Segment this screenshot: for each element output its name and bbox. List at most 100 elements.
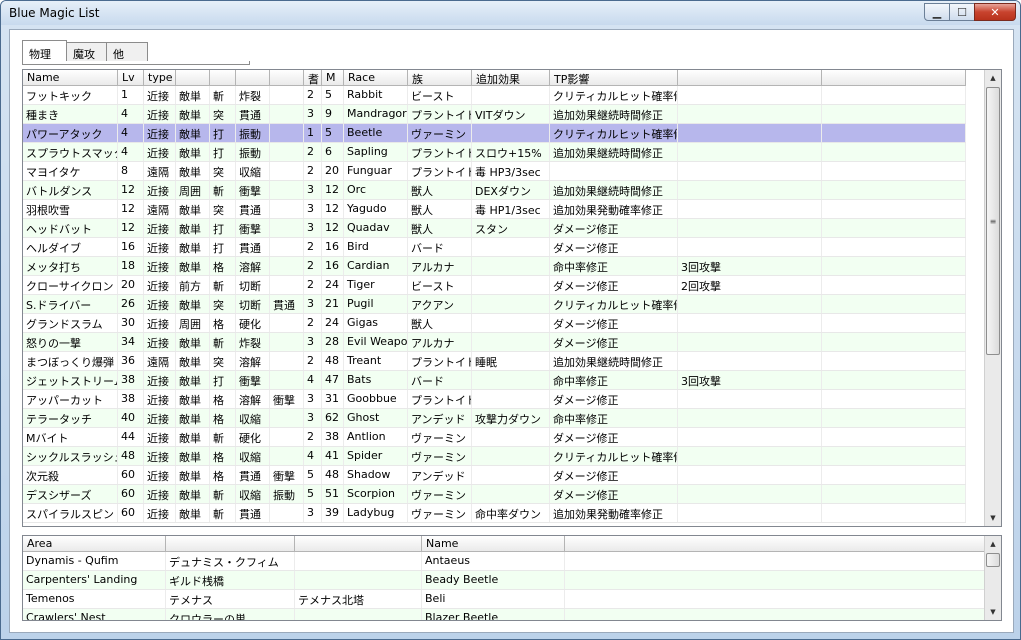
table-row[interactable]: スパイラルスピン 60 近接 敵単斬貫通 3 39 Ladybug ヴァーミン 命中率ダウン 追加… (23, 504, 966, 523)
table-row[interactable]: まつぼっくり爆弾 36 遠隔 敵単突溶解 2 48 Treant プラントイド 睡眠 追加効果継続… (23, 352, 966, 371)
column-header[interactable]: type (144, 70, 176, 86)
scrollbar-thumb[interactable]: ≡ (986, 87, 1000, 355)
table-cell: 近接 (144, 219, 176, 237)
table-row[interactable]: 怒りの一撃 34 近接 敵単斬炸裂 3 28 Evil Weapon アルカナ ダメージ修正 (23, 333, 966, 352)
table-row[interactable]: グランドスラム 30 近接 周囲格硬化 2 24 Gigas 獣人 ダメージ修正 (23, 314, 966, 333)
column-header[interactable] (210, 70, 236, 86)
column-header[interactable]: M (322, 70, 344, 86)
table-row[interactable]: シックルスラッシュ 48 近接 敵単格収縮 4 41 Spider ヴァーミン クリティカルヒッ… (23, 447, 966, 466)
scroll-up-arrow-icon[interactable]: ▲ (985, 536, 1001, 552)
table-row[interactable]: S.ドライバー 26 近接 敵単突切断 貫通 3 21 Pugil アクアン クリティカルヒット確… (23, 295, 966, 314)
column-header[interactable]: 追加効果 (472, 70, 550, 86)
table-row[interactable]: スプラウトスマック 4 近接 敵単打振動 2 6 Sapling プラントイド スロウ+15% 追… (23, 143, 966, 162)
table-cell: ヴァーミン (408, 447, 472, 465)
table-row[interactable]: ジェットストリーム 38 近接 敵単打衝撃 4 47 Bats バード 命中率修正 3回攻撃 (23, 371, 966, 390)
table-row[interactable]: テラータッチ 40 近接 敵単格収縮 3 62 Ghost アンデッド 攻撃力ダウン 命中率修正 (23, 409, 966, 428)
area-list[interactable]: Area Name Dynamis - Qufim デュナミス・クフィム Antaeu… (22, 535, 1002, 621)
table-row-selected[interactable]: パワーアタック4近接敵単打振動 15Beetleヴァーミン クリティカルヒット確率修… (23, 124, 966, 143)
column-header[interactable] (822, 70, 966, 86)
table-cell: 敵単 (176, 143, 210, 161)
table-cell (472, 86, 550, 104)
table-cell: ダメージ修正 (550, 219, 678, 237)
window-title: Blue Magic List (9, 6, 100, 20)
spell-list[interactable]: Name Lv type 耆 M Race 族追加効果 TP影響 フットキック 1 近接 敵単斬炸裂… (22, 69, 1002, 527)
table-cell: 近接 (144, 371, 176, 389)
spell-list-rows: フットキック1近接敵単斬炸裂25Rabbitビーストクリティカルヒット確率修正種… (23, 86, 966, 523)
scrollbar-thumb[interactable] (986, 553, 1000, 567)
table-cell: 38 (118, 390, 144, 408)
table-row[interactable]: アッパーカット 38 近接 敵単格溶解 衝撃 3 31 Goobbue プラントイド ダメージ修正 (23, 390, 966, 409)
column-header[interactable]: 族 (408, 70, 472, 86)
table-row[interactable]: クローサイクロン 20 近接 前方斬切断 2 24 Tiger ビースト ダメージ修正 2回攻撃 (23, 276, 966, 295)
area-list-scrollbar[interactable]: ▲ ▼ (984, 536, 1001, 620)
table-cell (472, 276, 550, 294)
table-cell: 斬 (210, 428, 236, 446)
column-header[interactable]: TP影響 (550, 70, 678, 86)
table-cell (472, 466, 550, 484)
table-cell: Dynamis - Qufim (23, 552, 166, 570)
table-cell: 2 (304, 276, 322, 294)
table-row[interactable]: 次元殺 60 近接 敵単格貫通 衝撃 5 48 Shadow アンデッド ダメージ修正 (23, 466, 966, 485)
table-cell (678, 447, 822, 465)
table-row[interactable]: 種まき 4 近接 敵単突貫通 3 9 Mandragora プラントイド VITダウン 追加効果継… (23, 105, 966, 124)
column-header[interactable] (166, 536, 295, 552)
column-header[interactable] (678, 70, 822, 86)
column-header[interactable]: Race (344, 70, 408, 86)
table-cell: 溶解 (236, 352, 270, 370)
table-cell: 敵単 (176, 238, 210, 256)
table-cell: 溶解 (236, 390, 270, 408)
table-row[interactable]: 羽根吹雪 12 遠隔 敵単突貫通 3 12 Yagudo 獣人毒 HP1/3sec 追加効果発動… (23, 200, 966, 219)
table-row[interactable]: デスシザーズ 60 近接 敵単斬収縮 振動 5 51 Scorpion ヴァーミン ダメージ修正 (23, 485, 966, 504)
table-cell: 斬 (210, 485, 236, 503)
table-cell: ダメージ修正 (550, 238, 678, 256)
table-cell: 敵単 (176, 466, 210, 484)
table-cell: 62 (322, 409, 344, 427)
table-row[interactable]: Mバイト 44 近接 敵単斬硬化 2 38 Antlion ヴァーミン ダメージ修正 (23, 428, 966, 447)
column-header[interactable]: Area (23, 536, 166, 552)
tab-other[interactable]: 他 (106, 42, 148, 62)
spell-list-scrollbar[interactable]: ▲ ≡ ▼ (984, 70, 1001, 526)
scroll-up-arrow-icon[interactable]: ▲ (985, 70, 1001, 86)
minimize-button[interactable]: ▁ (924, 3, 950, 21)
maximize-button[interactable]: ☐ (949, 3, 975, 21)
tab-physical[interactable]: 物理 (22, 40, 67, 62)
table-cell: 貫通 (236, 105, 270, 123)
column-header[interactable]: Name (422, 536, 565, 552)
table-cell (565, 590, 986, 608)
column-header[interactable]: 耆 (304, 70, 322, 86)
column-header[interactable] (565, 536, 986, 552)
table-row[interactable]: Temenos テメナス テメナス北塔 Beli (23, 590, 986, 609)
scroll-down-arrow-icon[interactable]: ▼ (985, 604, 1001, 620)
table-cell: 38 (118, 371, 144, 389)
title-bar[interactable]: Blue Magic List ▁ ☐ ✕ (1, 1, 1020, 25)
column-header[interactable] (236, 70, 270, 86)
column-header[interactable]: Lv (118, 70, 144, 86)
table-cell: Beli (422, 590, 565, 608)
table-row[interactable]: Carpenters' Landing ギルド桟橋 Beady Beetle (23, 571, 986, 590)
table-row[interactable]: バトルダンス 12 近接 周囲斬衝撃 3 12 Orc 獣人 DEXダウン 追加効果継続時間修正 (23, 181, 966, 200)
table-cell: Carpenters' Landing (23, 571, 166, 589)
table-cell: ジェットストリーム (23, 371, 118, 389)
table-cell: 12 (118, 200, 144, 218)
table-row[interactable]: Dynamis - Qufim デュナミス・クフィム Antaeus (23, 552, 986, 571)
table-row[interactable]: マヨイタケ 8 遠隔 敵単突収縮 2 20 Funguar プラントイド毒 HP3/3sec (23, 162, 966, 181)
table-cell (270, 124, 304, 142)
column-header[interactable] (176, 70, 210, 86)
table-row[interactable]: ヘルダイブ 16 近接 敵単打貫通 2 16 Bird バード ダメージ修正 (23, 238, 966, 257)
table-cell: ダメージ修正 (550, 466, 678, 484)
close-button[interactable]: ✕ (974, 3, 1016, 21)
tab-magic-attack[interactable]: 魔攻 (66, 42, 107, 62)
table-row[interactable]: フットキック1近接敵単斬炸裂 25Rabbitビースト クリティカルヒット確率修正 (23, 86, 966, 105)
table-row[interactable]: ヘッドバット 12 近接 敵単打衝撃 3 12 Quadav 獣人 スタン ダメージ修正 (23, 219, 966, 238)
scroll-down-arrow-icon[interactable]: ▼ (985, 510, 1001, 526)
table-row[interactable]: メッタ打ち 18 近接 敵単格溶解 2 16 Cardian アルカナ 命中率修正 3回攻撃 (23, 257, 966, 276)
table-cell: 敵単 (176, 371, 210, 389)
table-cell (822, 143, 966, 161)
table-row[interactable]: Crawlers' Nest クロウラーの巣 Blazer Beetle (23, 609, 986, 620)
column-header[interactable] (270, 70, 304, 86)
table-cell (678, 295, 822, 313)
column-header[interactable]: Name (23, 70, 118, 86)
table-cell: 48 (322, 466, 344, 484)
column-header[interactable] (295, 536, 422, 552)
table-cell (822, 219, 966, 237)
